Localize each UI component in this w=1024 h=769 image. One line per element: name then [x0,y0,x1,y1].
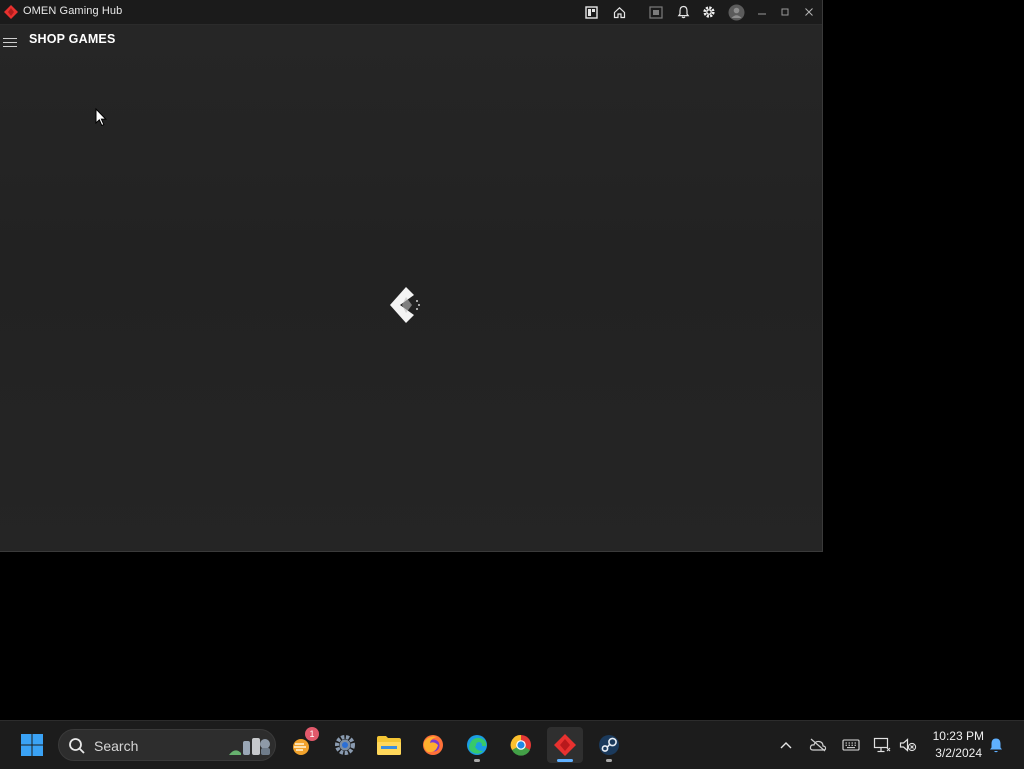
taskbar: Search 1 10:23 PM 3/2/2024 [0,720,1024,769]
running-indicator [606,759,612,762]
chevron-up-icon[interactable] [776,735,796,755]
omen-logo-icon [4,5,18,19]
main-content: SHOP GAMES [0,25,822,551]
minimize-button[interactable] [752,2,772,22]
taskbar-app-settings[interactable] [327,727,363,763]
start-button[interactable] [14,727,50,763]
omen-icon [554,734,576,756]
taskbar-search-box[interactable]: Search [58,729,276,761]
folder-icon [377,736,401,755]
cloud-off-icon[interactable] [808,735,828,755]
chrome-icon [510,734,531,756]
gear-icon[interactable] [699,2,719,22]
speaker-muted-icon[interactable] [898,735,918,755]
library-icon[interactable] [581,2,601,22]
taskbar-app-firefox[interactable] [415,727,451,763]
firefox-icon [423,735,443,755]
loading-spinner-icon [390,287,420,323]
window-title: OMEN Gaming Hub [23,5,123,17]
maximize-button[interactable] [775,2,795,22]
keyboard-icon[interactable] [841,735,861,755]
taskbar-app-edge[interactable] [459,727,495,763]
user-avatar-icon[interactable] [726,2,746,22]
notification-badge: 1 [305,727,319,741]
steam-icon [599,735,619,755]
edge-icon [467,735,487,755]
mouse-cursor-icon [95,108,107,127]
search-icon [69,738,85,754]
settings-gear-icon [335,735,355,755]
close-button[interactable] [799,2,819,22]
bell-icon[interactable] [673,2,693,22]
screenshot-icon[interactable] [646,2,666,22]
app-window: OMEN Gaming Hub SHOP GAMES [0,0,823,552]
network-icon[interactable] [872,735,892,755]
running-indicator [474,759,480,762]
search-highlight-art-icon [229,738,270,755]
clock-date[interactable]: 3/2/2024 [928,746,982,760]
clock-time[interactable]: 10:23 PM [928,729,984,743]
hamburger-menu-icon[interactable] [3,35,17,47]
search-label: Search [94,738,139,754]
home-icon[interactable] [609,2,629,22]
windows-logo-icon [21,734,43,756]
taskbar-app-chrome[interactable] [503,727,539,763]
taskbar-app-file-explorer[interactable] [371,727,407,763]
title-bar[interactable]: OMEN Gaming Hub [0,0,822,25]
notification-bell-icon[interactable] [986,735,1006,755]
taskbar-app-steam[interactable] [591,727,627,763]
taskbar-app-widgets[interactable]: 1 [283,727,319,763]
taskbar-app-omen[interactable] [547,727,583,763]
active-indicator [557,759,573,762]
page-title: SHOP GAMES [29,32,116,46]
